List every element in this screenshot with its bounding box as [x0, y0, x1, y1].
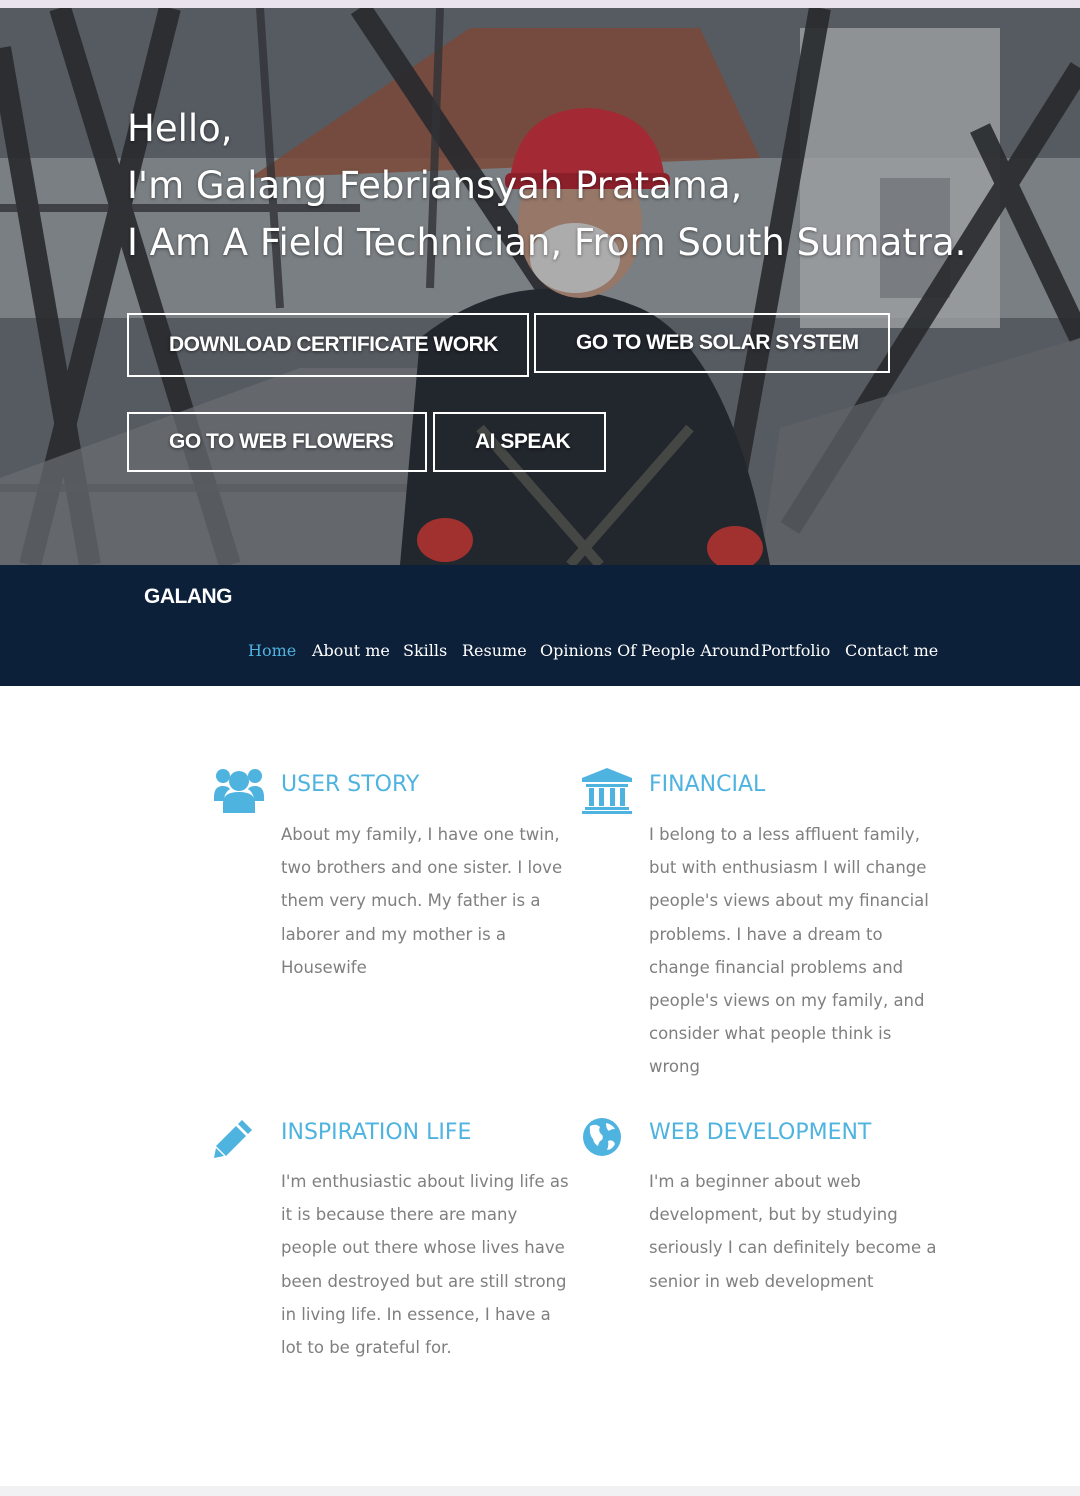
feature-title: USER STORY: [281, 772, 420, 797]
hero-role-line: I Am A Field Technician, From South Suma…: [127, 221, 967, 264]
hero-heading: Hello, I'm Galang Febriansyah Pratama, I…: [127, 100, 966, 271]
nav-about-me[interactable]: About me: [312, 641, 390, 660]
feature-body: I'm a beginner about web development, bu…: [649, 1172, 937, 1291]
navbar: GALANG Home About me Skills Resume Opini…: [0, 565, 1080, 686]
web-solar-system-label: GO TO WEB SOLAR SYSTEM: [576, 331, 859, 354]
pencil-icon: [214, 1120, 252, 1158]
nav-contact-me[interactable]: Contact me: [845, 641, 938, 660]
download-certificate-button[interactable]: DOWNLOAD CERTIFICATE WORK: [127, 313, 529, 377]
web-solar-system-button[interactable]: GO TO WEB SOLAR SYSTEM: [534, 313, 890, 373]
nav-skills[interactable]: Skills: [403, 641, 447, 660]
feature-body: About my family, I have one twin, two br…: [281, 825, 563, 977]
brand-logo[interactable]: GALANG: [144, 585, 233, 609]
hero-section: Hello, I'm Galang Febriansyah Pratama, I…: [0, 8, 1080, 565]
feature-title: FINANCIAL: [649, 772, 766, 797]
hero-background-photo: [0, 8, 1080, 565]
download-certificate-label: DOWNLOAD CERTIFICATE WORK: [169, 333, 498, 356]
hero-name-line: I'm Galang Febriansyah Pratama,: [127, 164, 743, 207]
top-strip: [0, 0, 1080, 8]
web-flowers-label: GO TO WEB FLOWERS: [169, 430, 394, 453]
nav-opinions[interactable]: Opinions Of People Around: [540, 641, 760, 660]
nav-resume[interactable]: Resume: [462, 641, 527, 660]
users-icon: [214, 769, 264, 813]
ai-speak-button[interactable]: AI SPEAK: [433, 412, 606, 472]
hero-greeting: Hello,: [127, 107, 233, 150]
nav-portfolio[interactable]: Portfolio: [761, 641, 830, 660]
feature-title: INSPIRATION LIFE: [281, 1120, 472, 1145]
globe-icon: [583, 1118, 621, 1156]
feature-title: WEB DEVELOPMENT: [649, 1120, 872, 1145]
web-flowers-button[interactable]: GO TO WEB FLOWERS: [127, 412, 427, 472]
feature-body: I'm enthusiastic about living life as it…: [281, 1172, 569, 1358]
ai-speak-label: AI SPEAK: [475, 430, 571, 453]
feature-body: I belong to a less affluent family, but …: [649, 825, 929, 1077]
bottom-strip: [0, 1486, 1080, 1496]
nav-home[interactable]: Home: [248, 641, 296, 660]
bank-icon: [582, 768, 632, 814]
